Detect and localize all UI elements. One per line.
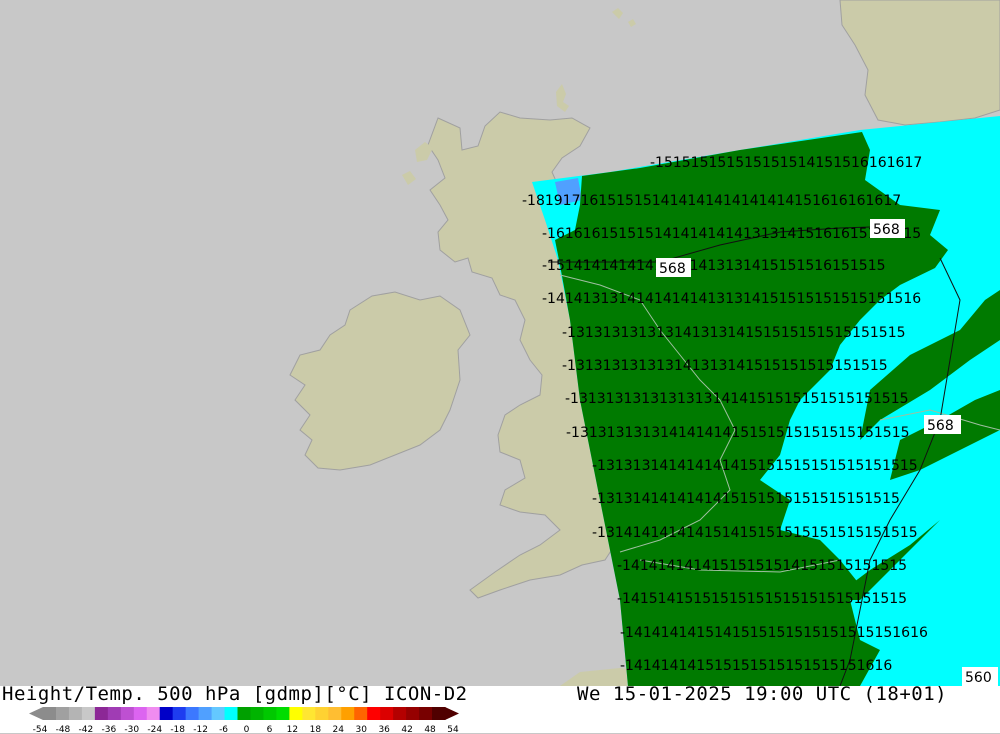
temp-row: -161616151515141414141413131415161615151…: [542, 226, 921, 242]
contour-label-3: 568: [924, 415, 961, 434]
temp-row: -151515151515151514151516161617: [650, 155, 922, 171]
legend-swatch: [237, 707, 251, 720]
legend-swatch: [393, 707, 407, 720]
legend-swatch: [289, 707, 303, 720]
legend-swatch: [250, 707, 264, 720]
legend-swatch: [107, 707, 122, 720]
contour-label-4: 560: [962, 667, 998, 686]
legend-swatch: [146, 707, 161, 720]
temp-row: -13131313131314131314151515151515151515: [562, 325, 906, 341]
weather-map[interactable]: -151515151515151514151516161617 -1819171…: [0, 0, 1000, 686]
contour-label-2: 568: [870, 219, 905, 238]
legend-swatch: [406, 707, 420, 720]
map-title: Height/Temp. 500 hPa [gdmp][°C] ICON-D2: [2, 683, 468, 705]
temp-row: -181917161515151414141414141414151616161…: [522, 193, 901, 209]
legend-swatch: [224, 707, 239, 720]
legend-swatch: [55, 707, 70, 720]
legend-arrow-right: [445, 707, 459, 720]
map-footer: Height/Temp. 500 hPa [gdmp][°C] ICON-D2 …: [0, 683, 1000, 734]
legend-swatch: [367, 707, 381, 720]
temp-row: -15141414141414141413131415151516151515: [542, 258, 886, 274]
temp-row: -13131313131414141415151515151515151515: [566, 425, 910, 441]
temp-row: -1313141414141415151515151515151515: [592, 491, 900, 507]
legend-swatch: [159, 707, 174, 720]
legend-arrow-left: [29, 707, 43, 720]
legend-swatch: [94, 707, 109, 720]
contour-label-text: 568: [873, 222, 900, 238]
temp-row: -13131313131313131414151515151515151515: [565, 391, 909, 407]
legend-swatch: [68, 707, 83, 720]
temp-row: -131313131313141313141515151515151515: [562, 358, 888, 374]
temp-row: -141413131414141414131314151515151515151…: [542, 291, 921, 307]
legend-swatch: [341, 707, 355, 720]
color-legend: -54 -48 -42 -36 -30 -24 -18 -12 -6 0 6 12 18 24 30 36 42…: [29, 707, 459, 734]
legend-swatch: [198, 707, 213, 720]
temp-row: -14151415151515151515151515151515: [617, 591, 907, 607]
legend-swatch: [133, 707, 148, 720]
legend-bar: [29, 707, 459, 720]
temp-row: -131414141414151415151515151515151515: [592, 525, 918, 541]
legend-swatch: [263, 707, 277, 720]
legend-swatch: [315, 707, 329, 720]
temp-row: -14141414141515151514151515151515: [617, 558, 907, 574]
legend-swatch: [432, 707, 446, 720]
temp-row: -131313141414141415151515151515151515: [592, 458, 918, 474]
legend-swatch: [276, 707, 290, 720]
legend-swatch: [419, 707, 433, 720]
legend-swatch: [328, 707, 342, 720]
legend-swatch: [185, 707, 200, 720]
contour-label-text: 560: [965, 670, 992, 686]
legend-swatch: [302, 707, 316, 720]
legend-swatch: [380, 707, 394, 720]
temp-row: -1414141415141515151515151515151616: [620, 625, 928, 641]
legend-swatch: [211, 707, 226, 720]
temp-row: -141414141515151515151515151616: [620, 658, 892, 674]
legend-swatch: [120, 707, 135, 720]
legend-swatch: [172, 707, 187, 720]
contour-label-text: 568: [659, 261, 686, 277]
legend-swatch: [43, 707, 57, 720]
legend-swatch: [354, 707, 368, 720]
map-timestamp: We 15-01-2025 19:00 UTC (18+01): [577, 683, 948, 705]
legend-swatch: [81, 707, 96, 720]
contour-label-text: 568: [927, 418, 954, 434]
contour-label-1: 568: [656, 258, 691, 277]
